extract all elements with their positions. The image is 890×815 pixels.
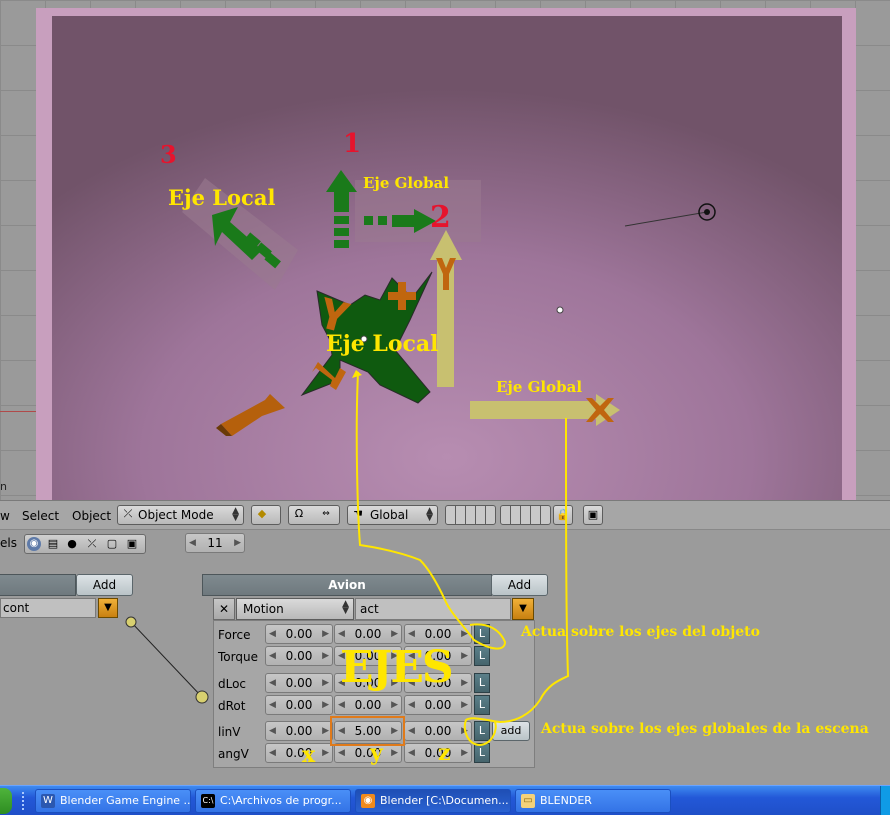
annotation-object-axes: Actua sobre los ejes del objeto: [521, 624, 760, 640]
value-text: 0.00: [424, 724, 452, 738]
decrement-arrow-icon[interactable]: ◀: [338, 696, 345, 714]
increment-arrow-icon[interactable]: ▶: [391, 722, 398, 740]
taskbar-grip: [22, 792, 25, 810]
decrement-arrow-icon[interactable]: ◀: [338, 744, 345, 762]
increment-arrow-icon[interactable]: ▶: [391, 696, 398, 714]
actuator-add-button[interactable]: Add: [491, 574, 548, 596]
delete-actuator-button[interactable]: ✕: [213, 598, 235, 620]
value-text: 0.00: [424, 698, 452, 712]
actuator-type-value: Motion: [243, 602, 284, 616]
add-velocity-toggle[interactable]: add: [492, 721, 530, 741]
value-text: 0.00: [285, 676, 313, 690]
value-text: 0.00: [354, 627, 382, 641]
value-text: 5.00: [354, 724, 382, 738]
decrement-arrow-icon[interactable]: ◀: [408, 744, 415, 762]
local-toggle-button[interactable]: L: [474, 743, 490, 763]
annotation-y: y: [370, 740, 383, 766]
increment-arrow-icon[interactable]: ▶: [322, 722, 329, 740]
value-text: 0.00: [354, 698, 382, 712]
task-label: C:\Archivos de progr...: [220, 794, 342, 807]
system-tray: [880, 786, 890, 815]
value-text: 0.00: [285, 627, 313, 641]
increment-arrow-icon[interactable]: ▶: [322, 625, 329, 643]
increment-arrow-icon[interactable]: ▶: [322, 674, 329, 692]
task-label: Blender Game Engine ...: [60, 794, 191, 807]
increment-arrow-icon[interactable]: ▶: [461, 744, 468, 762]
increment-arrow-icon[interactable]: ▶: [322, 744, 329, 762]
value-field-y[interactable]: ◀ 0.00 ▶: [334, 695, 402, 715]
value-field-x[interactable]: ◀ 0.00 ▶: [265, 695, 333, 715]
local-toggle-button[interactable]: L: [474, 624, 490, 644]
value-field-x[interactable]: ◀ 0.00 ▶: [265, 624, 333, 644]
annotation-x: x: [302, 742, 316, 768]
local-toggle-button[interactable]: L: [474, 721, 490, 741]
local-toggle-button[interactable]: L: [474, 673, 490, 693]
annotation-z: z: [438, 740, 451, 766]
increment-arrow-icon[interactable]: ▶: [461, 625, 468, 643]
value-text: 0.00: [285, 724, 313, 738]
decrement-arrow-icon[interactable]: ◀: [408, 696, 415, 714]
decrement-arrow-icon[interactable]: ◀: [269, 674, 276, 692]
actuator-name-field[interactable]: act: [355, 598, 511, 620]
decrement-arrow-icon[interactable]: ◀: [408, 722, 415, 740]
value-field-y[interactable]: ◀ 5.00 ▶: [334, 721, 402, 741]
row-label: angV: [218, 747, 249, 761]
row-label: Torque: [218, 650, 258, 664]
actuator-expand-icon[interactable]: ▼: [512, 598, 534, 620]
local-toggle-button[interactable]: L: [474, 695, 490, 715]
start-button[interactable]: [0, 788, 12, 814]
folder-icon: ▭: [521, 794, 535, 808]
row-label: Force: [218, 628, 251, 642]
increment-arrow-icon[interactable]: ▶: [461, 722, 468, 740]
value-field-x[interactable]: ◀ 0.00 ▶: [265, 646, 333, 666]
actuator-object-header: Avion: [202, 574, 492, 596]
task-console[interactable]: C:\ C:\Archivos de progr...: [195, 789, 351, 813]
decrement-arrow-icon[interactable]: ◀: [269, 722, 276, 740]
increment-arrow-icon[interactable]: ▶: [391, 744, 398, 762]
task-word-document[interactable]: W Blender Game Engine ...: [35, 789, 191, 813]
decrement-arrow-icon[interactable]: ◀: [408, 625, 415, 643]
value-field-y[interactable]: ◀ 0.00 ▶: [334, 624, 402, 644]
row-label: dLoc: [218, 677, 247, 691]
value-field-z[interactable]: ◀ 0.00 ▶: [404, 721, 472, 741]
decrement-arrow-icon[interactable]: ◀: [269, 625, 276, 643]
increment-arrow-icon[interactable]: ▶: [461, 696, 468, 714]
annotation-ejes: EJES: [340, 642, 454, 693]
actuator-type-select[interactable]: Motion ▲ ▼: [236, 598, 354, 620]
decrement-arrow-icon[interactable]: ◀: [269, 696, 276, 714]
row-label: linV: [218, 725, 241, 739]
windows-taskbar: W Blender Game Engine ... C:\ C:\Archivo…: [0, 785, 890, 815]
increment-arrow-icon[interactable]: ▶: [461, 674, 468, 692]
value-field-x[interactable]: ◀ 0.00 ▶: [265, 673, 333, 693]
local-toggle-button[interactable]: L: [474, 646, 490, 666]
value-text: 0.00: [424, 627, 452, 641]
increment-arrow-icon[interactable]: ▶: [322, 647, 329, 665]
increment-arrow-icon[interactable]: ▶: [461, 647, 468, 665]
annotation-global-axes: Actua sobre los ejes globales de la esce…: [541, 721, 869, 737]
increment-arrow-icon[interactable]: ▶: [322, 696, 329, 714]
value-text: 0.00: [285, 649, 313, 663]
value-field-x[interactable]: ◀ 0.00 ▶: [265, 743, 333, 763]
decrement-arrow-icon[interactable]: ◀: [269, 647, 276, 665]
task-folder[interactable]: ▭ BLENDER: [515, 789, 671, 813]
task-label: BLENDER: [540, 794, 592, 807]
value-field-z[interactable]: ◀ 0.00 ▶: [404, 695, 472, 715]
row-label: dRot: [218, 699, 246, 713]
value-text: 0.00: [285, 698, 313, 712]
word-icon: W: [41, 794, 55, 808]
blender-icon: ◉: [361, 794, 375, 808]
task-blender[interactable]: ◉ Blender [C:\Documen...: [355, 789, 511, 813]
value-field-z[interactable]: ◀ 0.00 ▶: [404, 624, 472, 644]
task-label: Blender [C:\Documen...: [380, 794, 509, 807]
console-icon: C:\: [201, 794, 215, 808]
decrement-arrow-icon[interactable]: ◀: [338, 722, 345, 740]
chevron-updown-icon: ▲ ▼: [342, 599, 349, 616]
increment-arrow-icon[interactable]: ▶: [391, 625, 398, 643]
value-field-y[interactable]: ◀ 0.00 ▶: [334, 743, 402, 763]
decrement-arrow-icon[interactable]: ◀: [338, 625, 345, 643]
close-icon: ✕: [218, 602, 230, 616]
decrement-arrow-icon[interactable]: ◀: [269, 744, 276, 762]
value-field-x[interactable]: ◀ 0.00 ▶: [265, 721, 333, 741]
